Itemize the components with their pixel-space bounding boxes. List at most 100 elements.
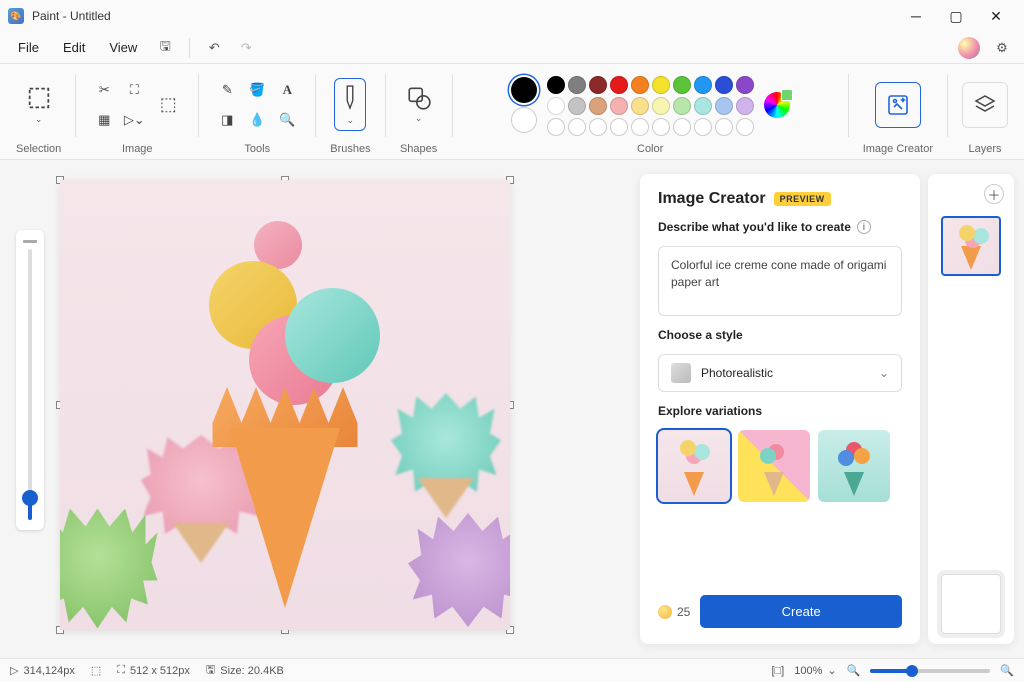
text-icon[interactable]: A bbox=[273, 76, 301, 104]
variations-row bbox=[658, 430, 902, 502]
color-swatch-empty[interactable] bbox=[652, 118, 670, 136]
select-all-icon[interactable]: ▦ bbox=[90, 106, 118, 134]
group-label: Shapes bbox=[400, 141, 437, 159]
crop-icon[interactable]: ✂ bbox=[90, 76, 118, 104]
variation-1[interactable] bbox=[658, 430, 730, 502]
zoom-icon[interactable]: 🔍 bbox=[273, 106, 301, 134]
group-image: ✂ ⛶ ▦ ▷⌄ ⬚ Image bbox=[86, 68, 188, 159]
window-title: Paint - Untitled bbox=[32, 9, 111, 23]
color-swatch[interactable] bbox=[736, 97, 754, 115]
title-bar: 🎨 Paint - Untitled ─ ▢ ✕ bbox=[0, 0, 1024, 32]
selection-tool[interactable]: ⌄ bbox=[19, 82, 59, 127]
maximize-button[interactable]: ▢ bbox=[936, 0, 976, 32]
fit-screen-icon[interactable]: [□] bbox=[771, 665, 784, 677]
resize-icon[interactable]: ⛶ bbox=[120, 76, 148, 104]
ai-select-icon[interactable]: ⬚ bbox=[152, 85, 184, 125]
shapes-button[interactable]: ⌄ bbox=[400, 83, 438, 126]
zoom-slider[interactable] bbox=[870, 669, 990, 673]
color-swatch[interactable] bbox=[652, 76, 670, 94]
color-swatch[interactable] bbox=[673, 97, 691, 115]
brush-size-slider[interactable] bbox=[16, 230, 44, 530]
color-swatch[interactable] bbox=[694, 76, 712, 94]
variation-2[interactable] bbox=[738, 430, 810, 502]
layer-thumb-bg[interactable] bbox=[941, 574, 1001, 634]
group-label: Brushes bbox=[330, 141, 370, 159]
color-swatch[interactable] bbox=[610, 97, 628, 115]
layer-thumb-1[interactable] bbox=[941, 216, 1001, 276]
menu-view[interactable]: View bbox=[99, 36, 147, 59]
group-label: Image Creator bbox=[863, 141, 933, 159]
color-swatch-empty[interactable] bbox=[610, 118, 628, 136]
color-swatch[interactable] bbox=[589, 76, 607, 94]
slider-max-icon bbox=[23, 240, 37, 243]
style-label: Choose a style bbox=[658, 328, 902, 342]
variation-3[interactable] bbox=[818, 430, 890, 502]
info-icon[interactable]: i bbox=[857, 220, 871, 234]
edit-colors-icon[interactable] bbox=[764, 92, 790, 118]
rotate-icon[interactable]: ▷⌄ bbox=[120, 106, 148, 134]
color-palette bbox=[547, 74, 754, 136]
group-label: Selection bbox=[16, 141, 61, 159]
primary-color[interactable] bbox=[511, 77, 537, 103]
zoom-level[interactable]: 100% ⌄ bbox=[794, 664, 836, 677]
color-swatch-empty[interactable] bbox=[736, 118, 754, 136]
color-swatch[interactable] bbox=[568, 76, 586, 94]
add-layer-button[interactable]: ＋ bbox=[984, 184, 1004, 204]
close-button[interactable]: ✕ bbox=[976, 0, 1016, 32]
menu-edit[interactable]: Edit bbox=[53, 36, 95, 59]
layers-button[interactable] bbox=[962, 82, 1008, 128]
color-swatch-empty[interactable] bbox=[631, 118, 649, 136]
menu-bar: File Edit View 🖫 ↶ ↷ ⚙ bbox=[0, 32, 1024, 64]
color-swatch[interactable] bbox=[547, 76, 565, 94]
image-creator-button[interactable] bbox=[875, 82, 921, 128]
color-swatch-empty[interactable] bbox=[715, 118, 733, 136]
color-swatch[interactable] bbox=[589, 97, 607, 115]
secondary-color[interactable] bbox=[511, 107, 537, 133]
color-swatch[interactable] bbox=[736, 76, 754, 94]
color-swatch[interactable] bbox=[652, 97, 670, 115]
color-swatch-empty[interactable] bbox=[589, 118, 607, 136]
user-avatar[interactable] bbox=[958, 37, 980, 59]
fill-icon[interactable]: 🪣 bbox=[243, 76, 271, 104]
pencil-icon[interactable]: ✎ bbox=[213, 76, 241, 104]
create-button[interactable]: Create bbox=[700, 595, 902, 628]
color-swatch[interactable] bbox=[568, 97, 586, 115]
undo-icon[interactable]: ↶ bbox=[200, 34, 228, 62]
minimize-button[interactable]: ─ bbox=[896, 0, 936, 32]
color-swatch[interactable] bbox=[631, 76, 649, 94]
redo-icon[interactable]: ↷ bbox=[232, 34, 260, 62]
canvas-size: ⛶ 512 x 512px bbox=[117, 664, 190, 677]
color-swatch-empty[interactable] bbox=[673, 118, 691, 136]
color-swatch-empty[interactable] bbox=[568, 118, 586, 136]
style-dropdown[interactable]: Photorealistic ⌄ bbox=[658, 354, 902, 392]
color-swatch[interactable] bbox=[673, 76, 691, 94]
layers-panel: ＋ bbox=[928, 174, 1014, 644]
color-swatch[interactable] bbox=[610, 76, 628, 94]
coin-icon bbox=[658, 605, 672, 619]
save-icon[interactable]: 🖫 bbox=[151, 34, 179, 62]
group-shapes: ⌄ Shapes bbox=[396, 68, 442, 159]
color-swatch-empty[interactable] bbox=[547, 118, 565, 136]
eyedropper-icon[interactable]: 💧 bbox=[243, 106, 271, 134]
settings-icon[interactable]: ⚙ bbox=[988, 34, 1016, 62]
preview-badge: PREVIEW bbox=[774, 192, 831, 206]
canvas[interactable] bbox=[60, 180, 510, 630]
group-selection: ⌄ Selection bbox=[12, 68, 65, 159]
group-label: Layers bbox=[968, 141, 1001, 159]
color-swatch-empty[interactable] bbox=[694, 118, 712, 136]
file-size: 🖫 Size: 20.4KB bbox=[206, 661, 284, 680]
canvas-selection[interactable] bbox=[60, 180, 510, 630]
color-swatch[interactable] bbox=[631, 97, 649, 115]
brushes-button[interactable]: ⌄ bbox=[334, 78, 366, 131]
color-swatch[interactable] bbox=[715, 76, 733, 94]
chevron-down-icon: ⌄ bbox=[879, 366, 889, 380]
color-swatch[interactable] bbox=[694, 97, 712, 115]
zoom-in-icon[interactable]: 🔍 bbox=[1000, 664, 1014, 677]
menu-file[interactable]: File bbox=[8, 36, 49, 59]
color-swatch[interactable] bbox=[547, 97, 565, 115]
eraser-icon[interactable]: ◨ bbox=[213, 106, 241, 134]
style-thumb-icon bbox=[671, 363, 691, 383]
zoom-out-icon[interactable]: 🔍 bbox=[847, 664, 861, 677]
color-swatch[interactable] bbox=[715, 97, 733, 115]
prompt-input[interactable]: Colorful ice creme cone made of origami … bbox=[658, 246, 902, 316]
